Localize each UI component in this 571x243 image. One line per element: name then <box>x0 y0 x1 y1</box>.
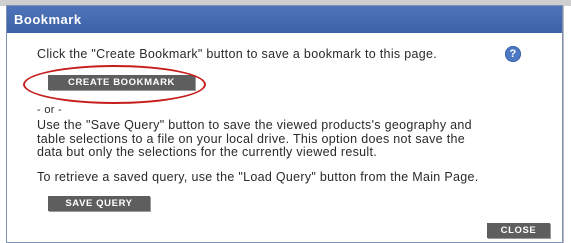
save-query-line-3: data but only the selections for the cur… <box>37 145 377 159</box>
or-separator: - or - <box>37 104 63 116</box>
close-button[interactable]: CLOSE <box>487 223 550 238</box>
instruction-text: Click the "Create Bookmark" button to sa… <box>37 47 437 61</box>
save-query-line-2: table selections to a file on your local… <box>37 131 465 146</box>
load-query-text: To retrieve a saved query, use the "Load… <box>37 170 479 184</box>
save-query-description: Use the "Save Query" button to save the … <box>37 118 562 160</box>
save-query-line-1: Use the "Save Query" button to save the … <box>37 118 472 132</box>
bookmark-dialog: Bookmark Click the "Create Bookmark" but… <box>6 5 563 243</box>
save-query-button[interactable]: SAVE QUERY <box>48 196 150 211</box>
highlight-oval <box>23 65 206 104</box>
dialog-title: Bookmark <box>7 6 562 33</box>
question-circle-icon[interactable]: ? <box>505 46 521 62</box>
